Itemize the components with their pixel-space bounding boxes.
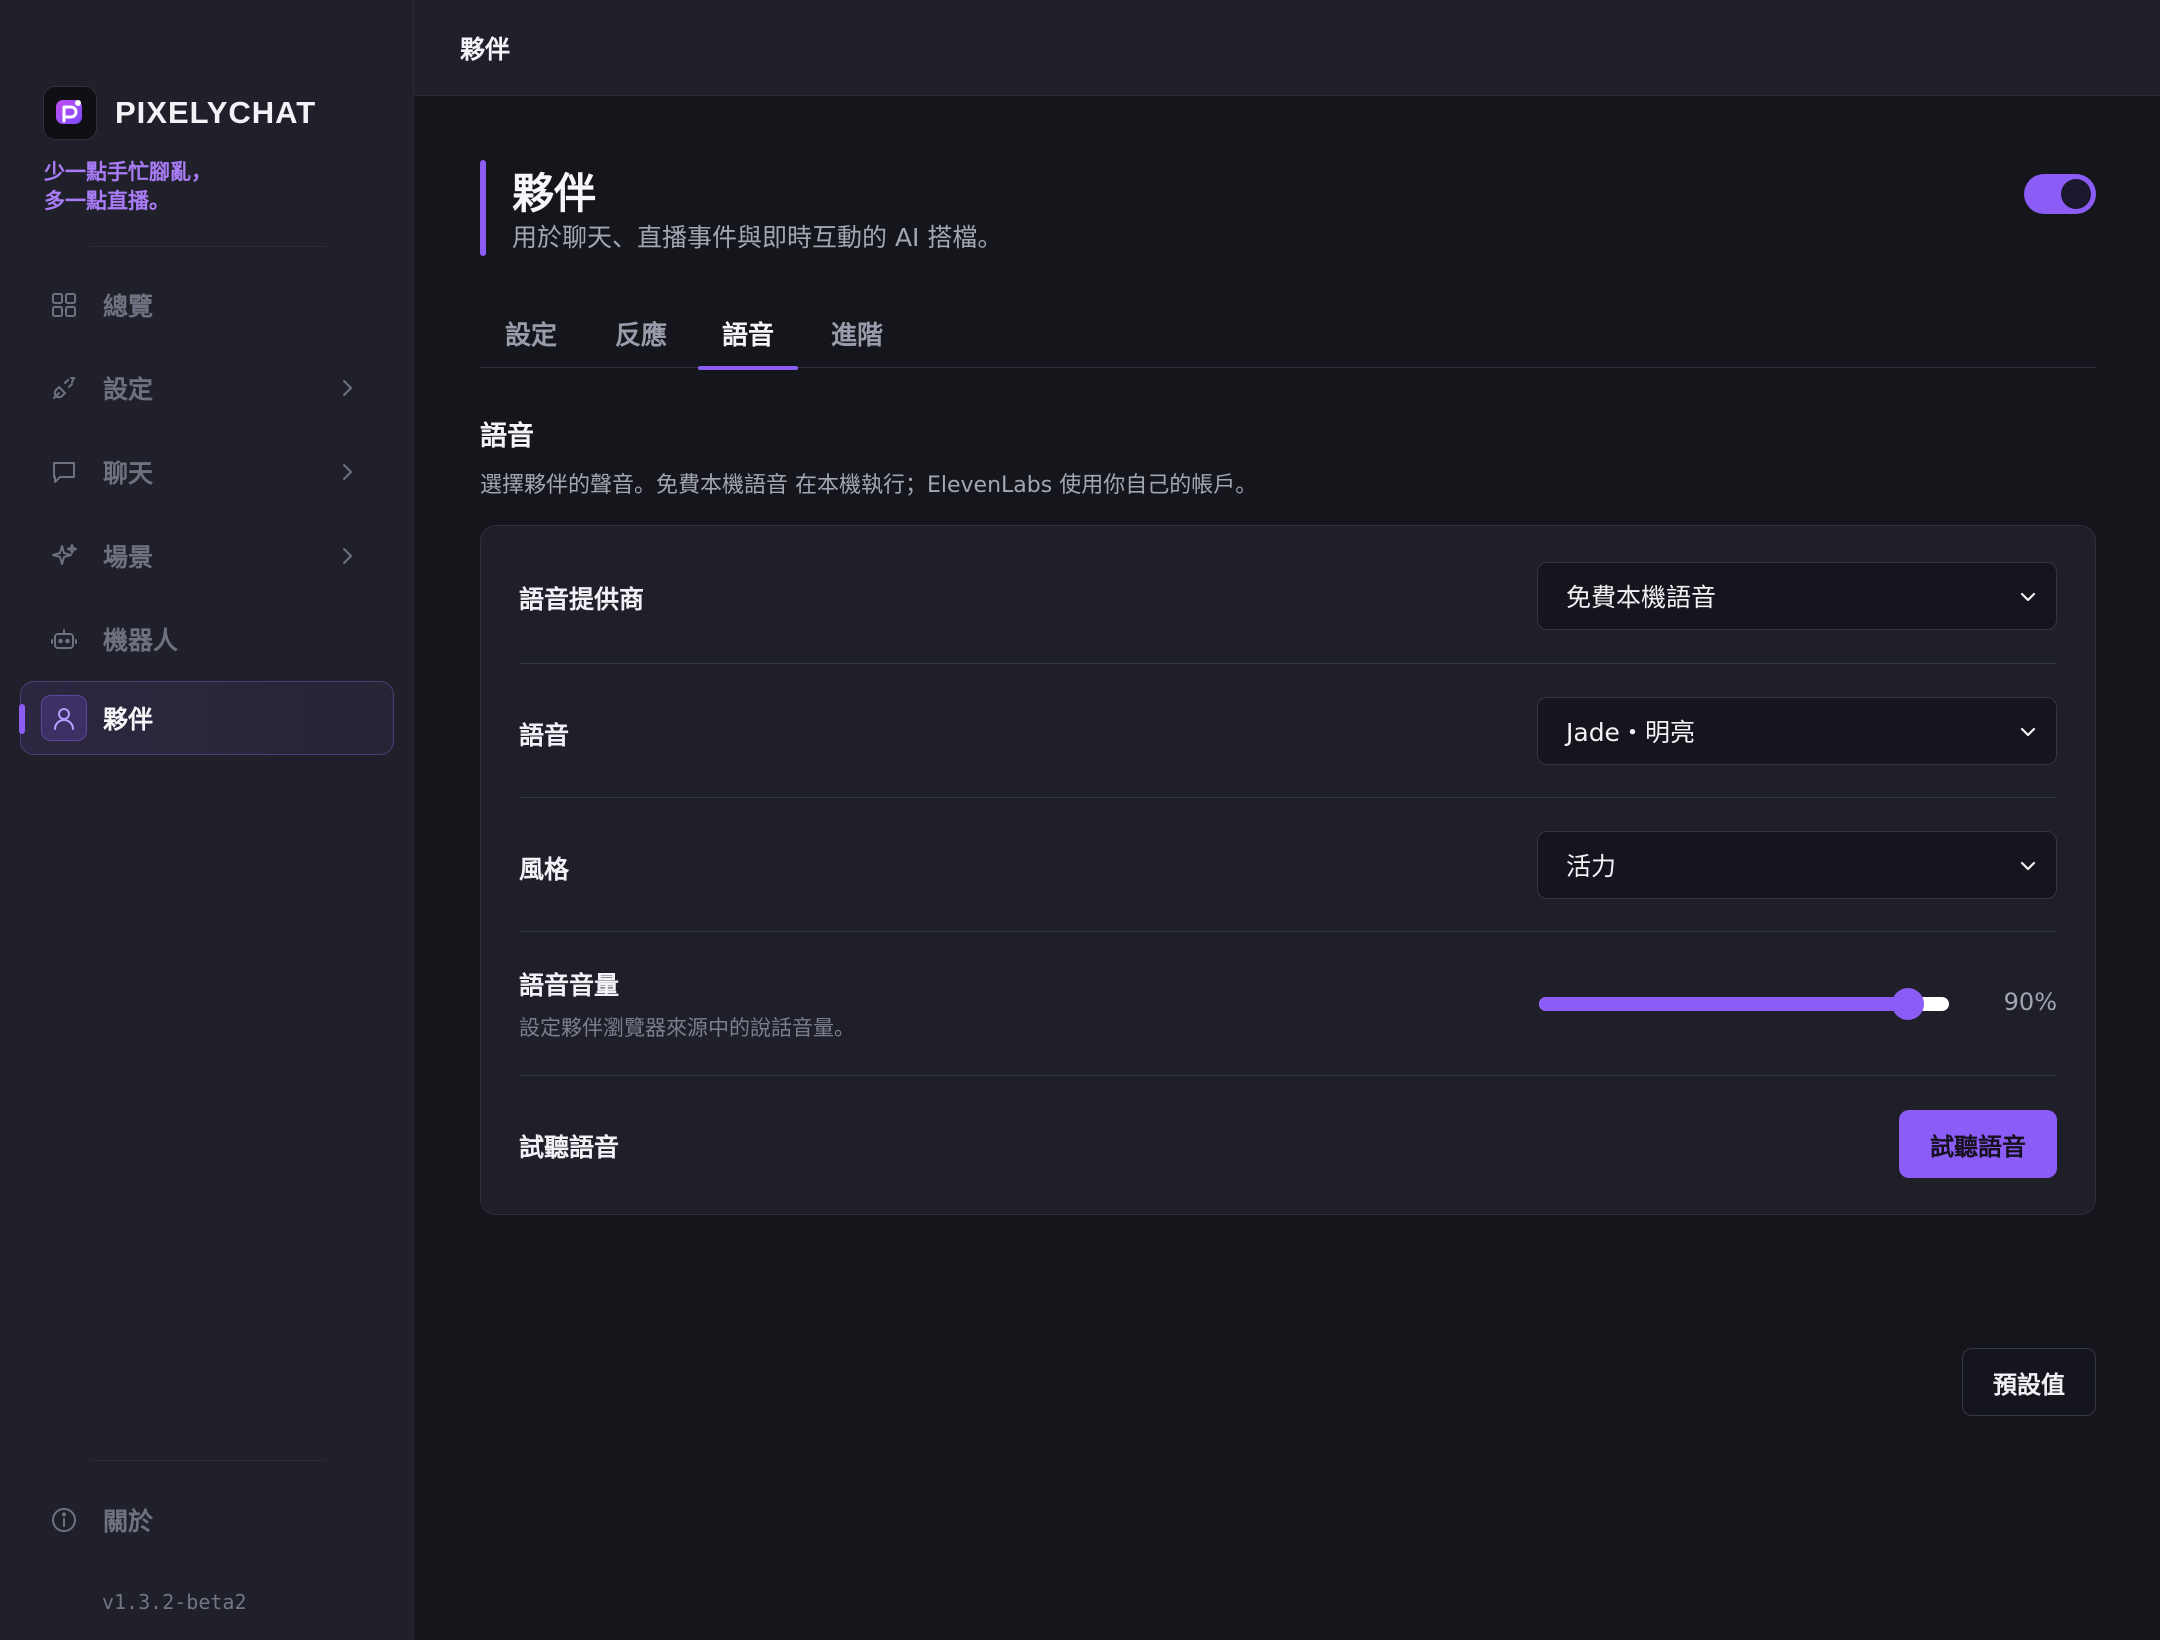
volume-label: 語音音量 (519, 971, 620, 1000)
slider-fill (1539, 997, 1908, 1011)
topbar-title: 夥伴 (460, 34, 511, 64)
chevron-right-icon (343, 380, 352, 396)
volume-slider[interactable] (1539, 988, 1949, 1020)
sidebar-item-companion[interactable]: 夥伴 (19, 681, 394, 755)
brand-name: PIXELYCHAT (115, 95, 317, 130)
slider-thumb[interactable] (1892, 988, 1924, 1020)
sidebar: PIXELYCHAT 少一點手忙腳亂， 多一點直播。 總覽 設定 聊天 場景 機… (0, 0, 414, 1640)
sidebar-item-label: 關於 (103, 1507, 154, 1536)
app-window: PIXELYCHAT 少一點手忙腳亂， 多一點直播。 總覽 設定 聊天 場景 機… (0, 0, 2160, 1640)
voice-value: Jade・明亮 (1566, 718, 1695, 747)
topbar: 夥伴 (414, 0, 2160, 96)
style-value: 活力 (1566, 852, 1617, 881)
reset-defaults-button[interactable]: 預設值 (1962, 1348, 2096, 1416)
volume-row: 語音音量 設定夥伴瀏覽器來源中的說話音量。 90% (519, 932, 2057, 1076)
sidebar-item-overview[interactable]: 總覽 (20, 268, 394, 342)
page-title: 夥伴 (512, 169, 597, 218)
preview-row: 試聽語音 試聽語音 (519, 1076, 2057, 1214)
tab-advanced[interactable]: 進階 (806, 298, 908, 368)
provider-value: 免費本機語音 (1566, 583, 1717, 612)
sidebar-item-chat[interactable]: 聊天 (20, 435, 394, 509)
sidebar-item-scenes[interactable]: 場景 (20, 519, 394, 593)
sidebar-divider (90, 246, 326, 247)
section-description: 選擇夥伴的聲音。免費本機語音 在本機執行；ElevenLabs 使用你自己的帳戶… (480, 473, 1258, 498)
style-select[interactable]: 活力 (1537, 831, 2057, 899)
main-panel: 夥伴 夥伴 用於聊天、直播事件與即時互動的 AI 搭檔。 設定 反應 語音 進階… (414, 0, 2160, 1640)
sparkle-icon (49, 541, 79, 571)
sidebar-item-label: 總覽 (103, 292, 154, 321)
preview-label: 試聽語音 (519, 1133, 620, 1162)
active-indicator (19, 704, 25, 734)
style-label: 風格 (519, 855, 570, 884)
sidebar-item-label: 聊天 (103, 459, 154, 488)
chevron-down-icon (2020, 861, 2036, 871)
sidebar-item-label: 設定 (103, 375, 154, 404)
chevron-down-icon (2020, 592, 2036, 602)
provider-label: 語音提供商 (519, 585, 645, 614)
content: 夥伴 用於聊天、直播事件與即時互動的 AI 搭檔。 設定 反應 語音 進階 語音… (480, 96, 2096, 1416)
chevron-right-icon (343, 548, 352, 564)
preview-voice-button[interactable]: 試聽語音 (1899, 1110, 2057, 1178)
info-icon (49, 1505, 79, 1535)
sidebar-item-settings[interactable]: 設定 (20, 351, 394, 425)
sidebar-item-about[interactable]: 關於 (20, 1483, 394, 1557)
style-row: 風格 活力 (519, 798, 2057, 932)
provider-row: 語音提供商 免費本機語音 (519, 526, 2057, 664)
app-logo-icon (43, 86, 97, 140)
tagline: 少一點手忙腳亂， 多一點直播。 (44, 158, 212, 216)
section-title: 語音 (480, 421, 534, 452)
sidebar-item-label: 機器人 (103, 626, 179, 655)
chevron-right-icon (343, 464, 352, 480)
sidebar-item-bots[interactable]: 機器人 (20, 602, 394, 676)
tagline-line-2: 多一點直播。 (44, 189, 170, 213)
voice-label: 語音 (519, 721, 570, 750)
tab-bar: 設定 反應 語音 進階 (480, 298, 2096, 370)
page-subtitle: 用於聊天、直播事件與即時互動的 AI 搭檔。 (512, 223, 1003, 252)
plug-icon (49, 373, 79, 403)
chevron-down-icon (2020, 727, 2036, 737)
robot-icon (49, 624, 79, 654)
sidebar-divider (90, 1460, 326, 1461)
grid-icon (49, 290, 79, 320)
sidebar-item-label: 場景 (103, 543, 154, 572)
tagline-line-1: 少一點手忙腳亂， (44, 160, 212, 184)
tab-reactions[interactable]: 反應 (590, 298, 692, 368)
chat-icon (49, 457, 79, 487)
voice-settings-card: 語音提供商 免費本機語音 語音 Jade・明亮 風格 活力 語音音量 設定夥伴瀏… (480, 525, 2096, 1215)
tab-settings[interactable]: 設定 (480, 298, 582, 368)
user-icon (41, 695, 87, 741)
voice-row: 語音 Jade・明亮 (519, 664, 2057, 798)
volume-hint: 設定夥伴瀏覽器來源中的說話音量。 (519, 1016, 855, 1040)
toggle-knob (2061, 179, 2091, 209)
page-header: 夥伴 用於聊天、直播事件與即時互動的 AI 搭檔。 (480, 160, 2096, 256)
companion-enabled-toggle[interactable] (2024, 174, 2096, 214)
sidebar-item-label: 夥伴 (103, 705, 154, 734)
voice-select[interactable]: Jade・明亮 (1537, 697, 2057, 765)
header-accent-bar (480, 160, 486, 256)
provider-select[interactable]: 免費本機語音 (1537, 562, 2057, 630)
tab-voice[interactable]: 語音 (698, 298, 798, 370)
volume-value: 90% (2003, 988, 2057, 1016)
version-label: v1.3.2-beta2 (102, 1590, 247, 1614)
brand[interactable]: PIXELYCHAT (43, 86, 316, 140)
